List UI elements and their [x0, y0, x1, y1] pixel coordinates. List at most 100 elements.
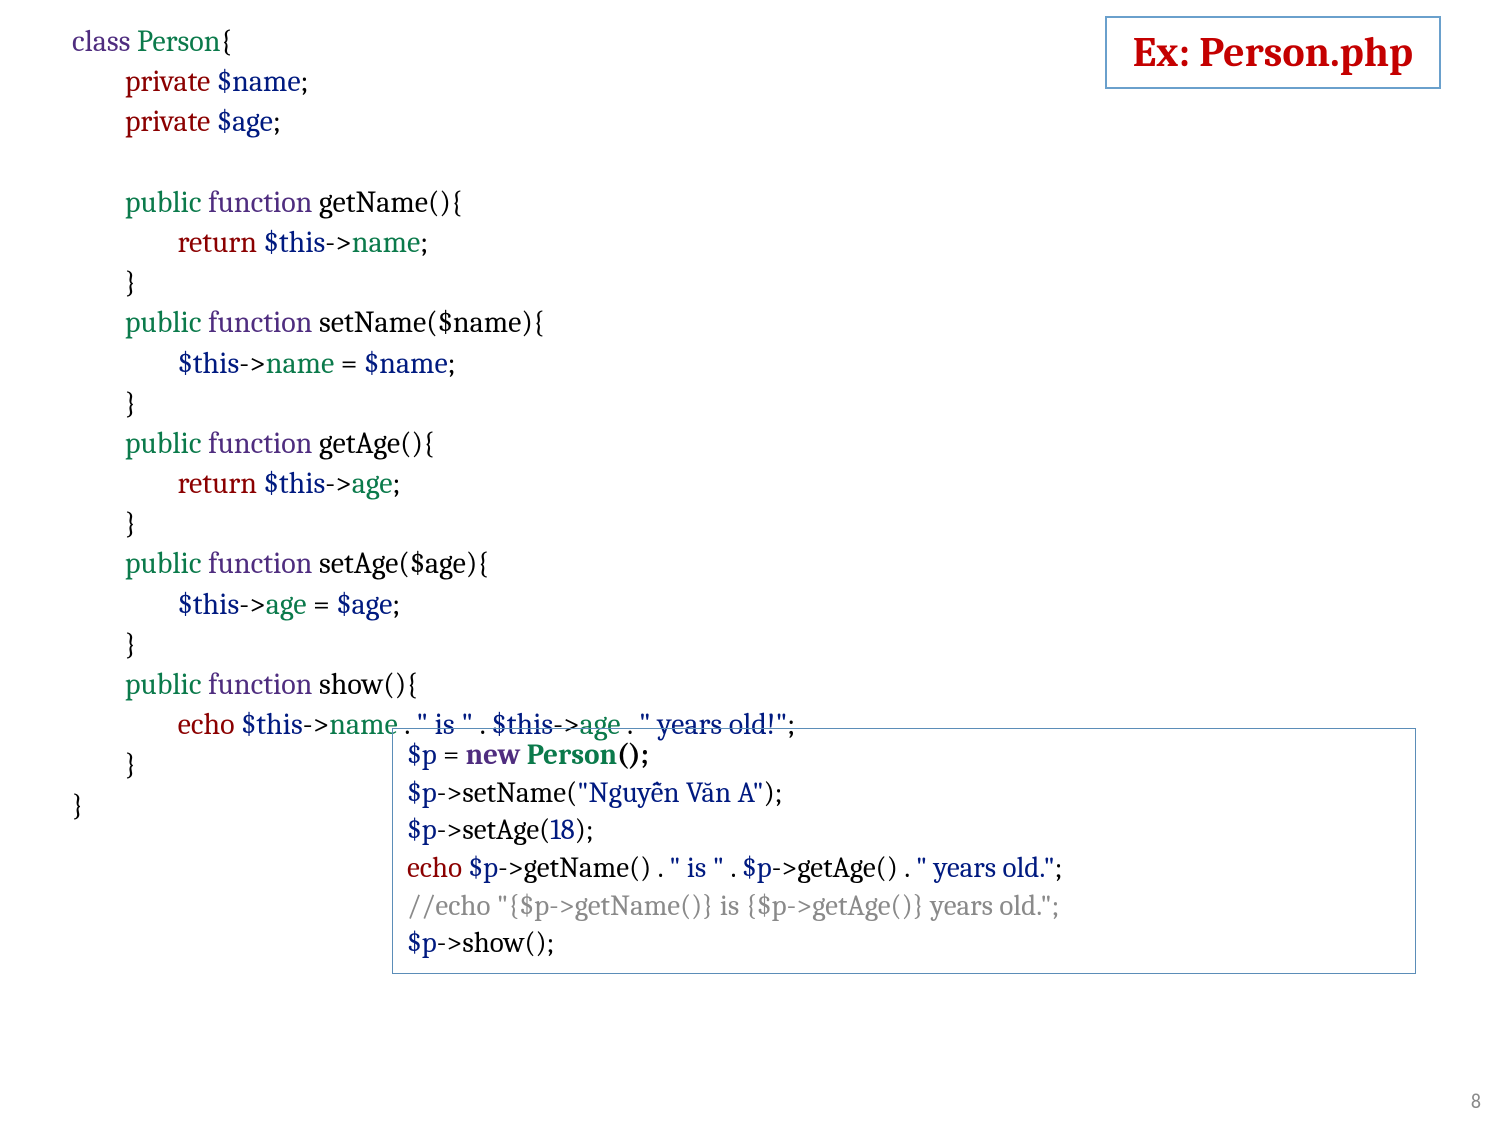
semi: ; — [547, 927, 555, 960]
brace: { — [533, 305, 545, 340]
semi: ; — [1055, 852, 1063, 885]
class-name: Person — [137, 24, 220, 59]
prop-age: age — [266, 587, 307, 622]
keyword-function: function — [208, 546, 312, 581]
var-p: $p — [407, 814, 437, 847]
var-age: $age — [217, 104, 273, 139]
call-show: show — [462, 927, 524, 960]
semi: ; — [301, 64, 309, 99]
arrow: -> — [437, 777, 463, 810]
call-getname: getName — [524, 852, 629, 885]
title-box: Ex: Person.php — [1105, 16, 1441, 89]
keyword-echo: echo — [407, 852, 462, 885]
keyword-echo: echo — [178, 707, 235, 742]
var-this: $this — [241, 707, 303, 742]
var-this: $this — [178, 587, 240, 622]
arrow: -> — [239, 346, 266, 381]
comment-line: //echo "{$p->getName()} is {$p->getAge()… — [407, 890, 1059, 923]
keyword-function: function — [208, 305, 312, 340]
assign: = — [334, 346, 364, 381]
var-p: $p — [407, 927, 437, 960]
dot: . — [651, 852, 669, 885]
brace: { — [477, 546, 489, 581]
keyword-return: return — [178, 225, 257, 260]
parens: () — [428, 185, 451, 220]
parens: () — [400, 426, 423, 461]
var-age: $age — [336, 587, 392, 622]
param-age: ($age) — [398, 546, 477, 581]
paren-semi: ); — [575, 814, 594, 847]
arrow: -> — [325, 225, 352, 260]
brace: } — [125, 747, 137, 782]
call-setname: setName — [462, 777, 566, 810]
parens: () — [876, 852, 898, 885]
semi: ; — [448, 346, 456, 381]
keyword-class: class — [72, 24, 130, 59]
brace: } — [125, 386, 137, 421]
number-age-arg: 18 — [550, 814, 575, 847]
parens-semi: (); — [617, 739, 649, 772]
paren: ( — [539, 814, 550, 847]
code-block-main: class Person{ private $name; private $ag… — [72, 22, 795, 826]
snippet-box: $p = new Person(); $p->setName("Nguyễn V… — [392, 728, 1416, 974]
param-name: ($name) — [426, 305, 533, 340]
var-this: $this — [264, 225, 326, 260]
var-this: $this — [178, 346, 240, 381]
keyword-private: private — [125, 104, 210, 139]
brace: } — [125, 506, 137, 541]
arrow: -> — [772, 852, 798, 885]
paren: ( — [566, 777, 577, 810]
brace: } — [125, 627, 137, 662]
string-yearsold: " years old." — [916, 852, 1055, 885]
semi: ; — [392, 587, 400, 622]
var-p: $p — [468, 852, 498, 885]
prop-age: age — [352, 466, 393, 501]
keyword-function: function — [208, 667, 312, 702]
keyword-new: new — [466, 739, 521, 772]
prop-name: name — [329, 707, 397, 742]
call-getage: getAge — [797, 852, 875, 885]
fn-show: show — [319, 667, 383, 702]
brace: } — [72, 788, 84, 823]
prop-name: name — [352, 225, 420, 260]
brace: { — [406, 667, 418, 702]
slide: Ex: Person.php class Person{ private $na… — [0, 0, 1499, 1124]
paren-semi: ); — [764, 777, 783, 810]
keyword-public: public — [125, 305, 202, 340]
call-setage: setAge — [462, 814, 539, 847]
brace: { — [220, 24, 232, 59]
arrow: -> — [498, 852, 524, 885]
fn-getname: getName — [319, 185, 428, 220]
brace: { — [451, 185, 463, 220]
class-person: Person — [527, 739, 617, 772]
var-name: $name — [364, 346, 448, 381]
brace: { — [423, 426, 435, 461]
parens: () — [629, 852, 651, 885]
arrow: -> — [303, 707, 330, 742]
keyword-private: private — [125, 64, 210, 99]
string-is: " is " — [669, 852, 724, 885]
keyword-public: public — [125, 185, 202, 220]
arrow: -> — [325, 466, 352, 501]
var-p: $p — [407, 777, 437, 810]
brace: } — [125, 265, 137, 300]
assign: = — [307, 587, 337, 622]
keyword-return: return — [178, 466, 257, 501]
assign: = — [437, 739, 466, 772]
parens: () — [524, 927, 546, 960]
prop-name: name — [266, 346, 334, 381]
arrow: -> — [239, 587, 266, 622]
arrow: -> — [437, 927, 463, 960]
dot: . — [724, 852, 742, 885]
dot: . — [898, 852, 916, 885]
semi: ; — [393, 466, 401, 501]
keyword-public: public — [125, 426, 202, 461]
semi: ; — [273, 104, 281, 139]
parens: () — [383, 667, 406, 702]
fn-getage: getAge — [319, 426, 400, 461]
var-this: $this — [264, 466, 326, 501]
semi: ; — [420, 225, 428, 260]
var-p: $p — [407, 739, 437, 772]
keyword-function: function — [208, 185, 312, 220]
keyword-public: public — [125, 546, 202, 581]
